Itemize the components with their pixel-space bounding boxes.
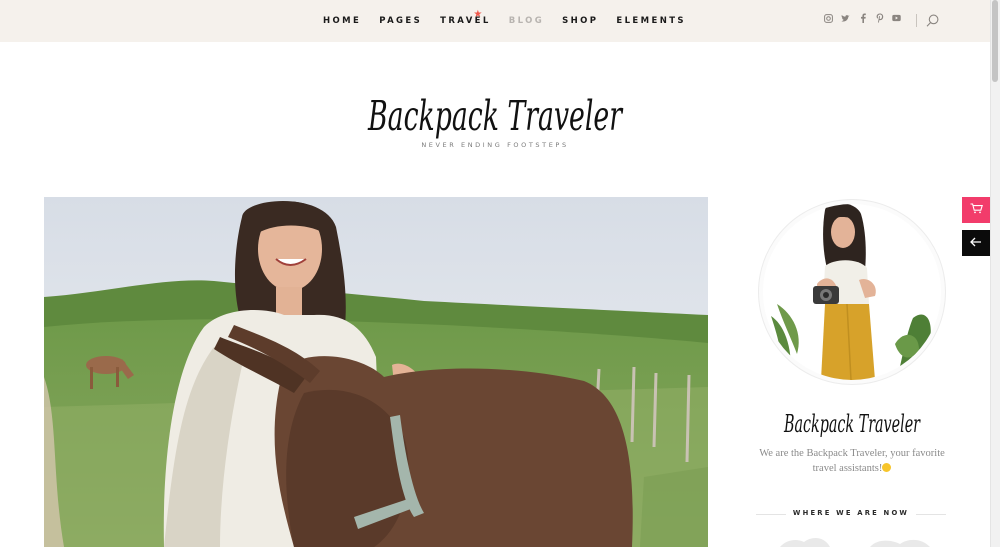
world-map-image[interactable] xyxy=(774,532,934,547)
social-links xyxy=(824,13,909,23)
nav-blog[interactable]: BLOG xyxy=(509,16,544,26)
instagram-icon[interactable] xyxy=(824,13,833,23)
sidebar-logo-text: Backpack Traveler xyxy=(783,410,921,438)
site-logo-text: Backpack Traveler xyxy=(367,92,623,140)
where-we-are-now-title: WHERE WE ARE NOW xyxy=(792,509,910,517)
nav-shop[interactable]: SHOP xyxy=(562,16,598,26)
author-bio-text: We are the Backpack Traveler, your favor… xyxy=(759,448,945,474)
facebook-icon[interactable] xyxy=(858,13,867,23)
twitter-icon[interactable] xyxy=(841,13,850,23)
featured-post-image[interactable] xyxy=(44,197,708,547)
nav-travel[interactable]: TRAVEL ★ xyxy=(440,9,491,26)
cart-icon xyxy=(970,201,983,219)
pinterest-icon[interactable] xyxy=(875,13,884,23)
nav-pages[interactable]: PAGES xyxy=(379,16,422,26)
youtube-icon[interactable] xyxy=(892,13,901,23)
author-avatar[interactable] xyxy=(763,204,941,380)
nav-shop-label: SHOP xyxy=(562,16,599,26)
scrollbar-thumb[interactable] xyxy=(992,0,998,82)
nav-divider xyxy=(916,14,917,27)
site-logo[interactable]: Backpack Traveler xyxy=(360,78,630,140)
smiley-emoji-icon xyxy=(882,463,892,472)
nav-home-label: HOME xyxy=(323,16,362,26)
search-icon[interactable] xyxy=(926,14,939,27)
nav-home[interactable]: HOME xyxy=(323,16,361,26)
author-bio: We are the Backpack Traveler, your favor… xyxy=(758,446,946,476)
sidebar-logo[interactable]: Backpack Traveler xyxy=(780,400,925,440)
cart-button[interactable] xyxy=(962,197,990,223)
site-tagline: NEVER ENDING FOOTSTEPS xyxy=(421,141,569,149)
main-menu: HOME PAGES TRAVEL ★ BLOG SHOP ELEMENTS xyxy=(323,0,704,42)
nav-pages-label: PAGES xyxy=(379,16,423,26)
new-badge-star-icon: ★ xyxy=(473,9,485,20)
nav-blog-label: BLOG xyxy=(508,16,545,26)
nav-elements[interactable]: ELEMENTS xyxy=(616,16,686,26)
nav-elements-label: ELEMENTS xyxy=(616,16,686,26)
scrollbar-track[interactable] xyxy=(990,0,1000,547)
arrow-left-icon xyxy=(970,234,982,252)
back-button[interactable] xyxy=(962,230,990,256)
